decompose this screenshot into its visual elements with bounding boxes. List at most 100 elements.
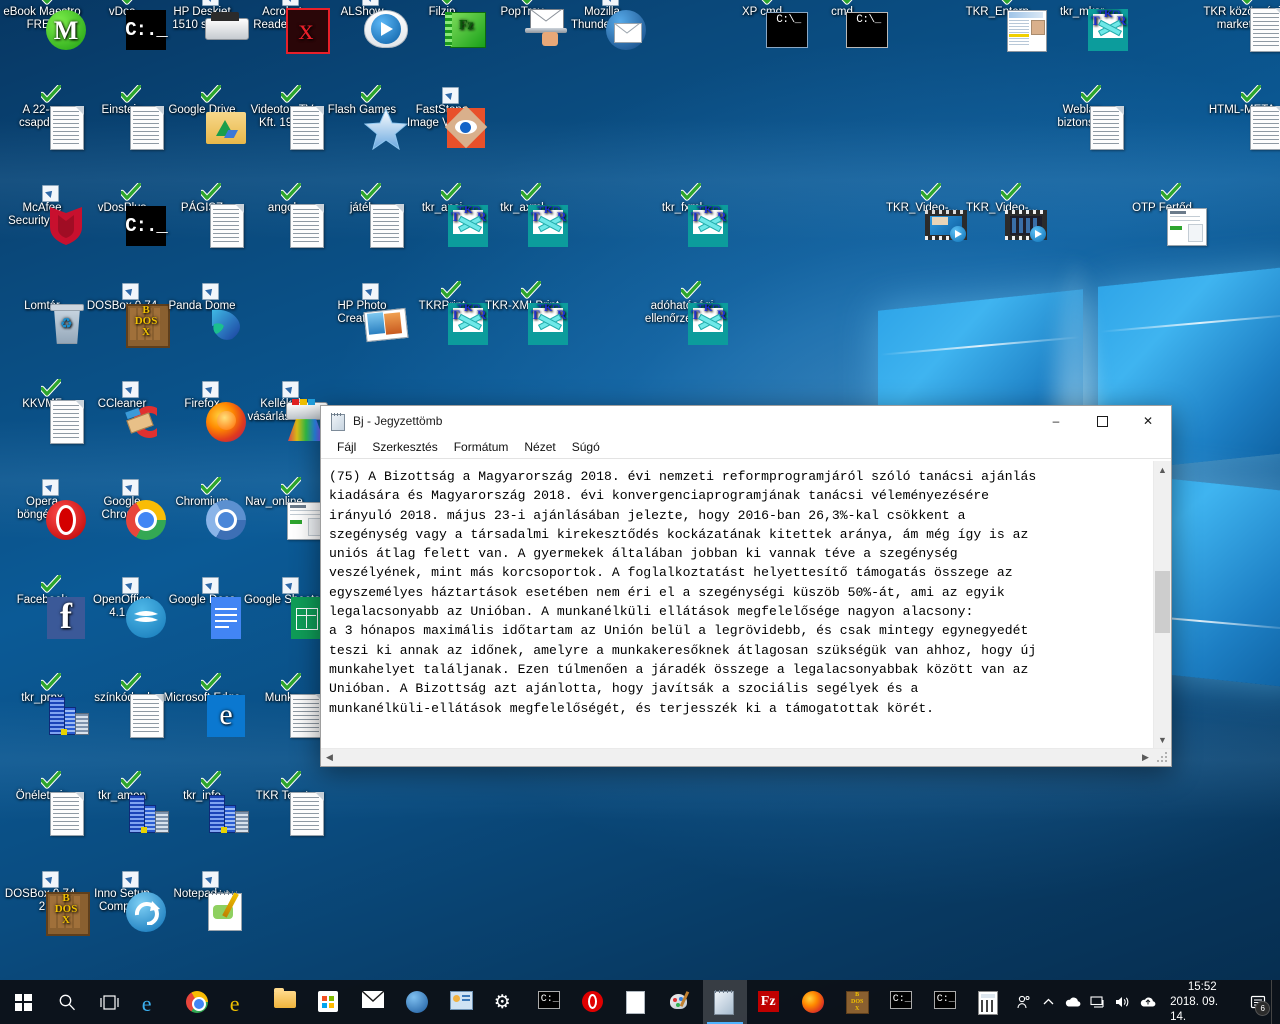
scroll-down-arrow-icon[interactable]: ▼ xyxy=(1154,731,1171,748)
desktop-icon-weblap-biztons-g[interactable]: Weblap biztonság xyxy=(1042,85,1124,150)
taskbar-clock[interactable]: 15:52 2018. 09. 14. xyxy=(1160,980,1244,1024)
desktop-icon-notepad[interactable]: Notepad++ xyxy=(162,871,242,931)
desktop-icon-einstein[interactable]: Einstein xyxy=(82,85,164,150)
volume-icon[interactable] xyxy=(1110,980,1135,1024)
desktop-icon-tkr-video[interactable]: TKR_Video-... xyxy=(962,183,1047,242)
desktop-icon-google-sheets[interactable]: Google Sheets xyxy=(242,577,322,639)
desktop-icon-videoton-tv-kft-1995[interactable]: Videoton TV Kft. 1995 xyxy=(242,85,324,150)
desktop-icon-j-t-k[interactable]: játék xyxy=(322,183,404,248)
notepad-menu-bar[interactable]: Fájl Szerkesztés Formátum Nézet Súgó xyxy=(321,436,1171,458)
taskbar-item-opera[interactable] xyxy=(571,980,615,1024)
menu-item-view[interactable]: Nézet xyxy=(516,438,563,456)
desktop-icon-tkr-mksr[interactable]: TKRTKRtkr_mksr xyxy=(1042,6,1128,51)
taskbar-item-notepad[interactable] xyxy=(702,980,747,1024)
menu-item-help[interactable]: Súgó xyxy=(564,438,608,456)
taskbar-item-dosbox[interactable]: B DOS X xyxy=(835,980,879,1024)
desktop-icon-tkr-video[interactable]: TKR_Video-... xyxy=(882,183,967,242)
network-icon[interactable] xyxy=(1085,980,1110,1024)
desktop-icon-mozilla-thunderbird[interactable]: Mozilla Thunderbird xyxy=(562,0,646,50)
taskbar-item-paint[interactable] xyxy=(659,980,703,1024)
menu-item-edit[interactable]: Szerkesztés xyxy=(364,438,445,456)
scroll-up-arrow-icon[interactable]: ▲ xyxy=(1154,461,1171,478)
desktop-icon-tkr-info[interactable]: tkr_info xyxy=(162,771,249,833)
desktop-icon-munka[interactable]: Munka xyxy=(242,673,324,738)
minimize-button[interactable]: – xyxy=(1033,406,1079,436)
desktop-icon-tkr-prnx[interactable]: tkr_prnx xyxy=(2,673,89,735)
desktop-icon-tkr-fxml[interactable]: TKRTKRtkr_fxml xyxy=(642,183,728,247)
desktop-icon-vdosplus[interactable]: C:._ vDosPlus xyxy=(82,183,168,246)
close-button[interactable]: ✕ xyxy=(1125,406,1171,436)
desktop-icon-tkr-axml[interactable]: TKRTKRtkr_axml xyxy=(482,183,568,247)
menu-item-file[interactable]: Fájl xyxy=(329,438,364,456)
desktop-icon-a-22-es-csapd-ja[interactable]: A 22-es csapdája xyxy=(2,85,84,150)
desktop-icon-ccleaner[interactable]: CCleaner xyxy=(82,381,162,438)
notepad-window[interactable]: Bj - Jegyzettömb – ✕ Fájl Szerkesztés Fo… xyxy=(320,405,1172,767)
desktop-icon-hp-photo-creations[interactable]: HP Photo Creations xyxy=(322,283,409,343)
desktop-icon-panda-dome[interactable]: Panda Dome xyxy=(162,283,242,340)
desktop-icon-poptray[interactable]: PopTray xyxy=(482,0,567,46)
desktop-icon-sz-nk-d-url[interactable]: színkód url xyxy=(82,673,164,738)
desktop-icon-alshow[interactable]: ALShow xyxy=(322,0,408,48)
taskbar-item-mail[interactable] xyxy=(351,980,395,1024)
desktop-icon-angol[interactable]: angol xyxy=(242,183,324,248)
desktop-icon-nav-online[interactable]: Nav_online_... xyxy=(242,477,327,540)
taskbar-item-cmd2[interactable]: C:_ xyxy=(879,980,923,1024)
taskbar[interactable]: e e ⚙ C:_ Fz B DOS X C:_ C:_ 15:52 2018.… xyxy=(0,980,1280,1024)
taskbar-pinned-apps[interactable]: e e ⚙ C:_ Fz B DOS X C:_ C:_ xyxy=(131,980,1011,1024)
desktop-icon-filzip[interactable]: Fz Filzip xyxy=(402,0,486,48)
desktop-icon-tkr-ansi[interactable]: TKRTKRtkr_ansi xyxy=(402,183,488,247)
desktop-icon-openoffice-4-1-5[interactable]: OpenOffice 4.1.5 xyxy=(82,577,166,638)
desktop-icon-dosbox-0-74-2[interactable]: B DOS X DOSBox 0.74-2 xyxy=(2,871,90,936)
onedrive-icon[interactable] xyxy=(1061,980,1086,1024)
desktop[interactable]: MeBook Maestro FREE C:._ vDos HP Deskjet 15… xyxy=(0,0,1280,1024)
desktop-icon-faststone-image-viewer[interactable]: FastStone Image Viewer xyxy=(402,87,488,149)
taskbar-item-firefox[interactable] xyxy=(791,980,835,1024)
taskbar-item-contacts[interactable] xyxy=(439,980,483,1024)
desktop-icon-tkr-enterp[interactable]: TKR_Enterp... xyxy=(962,0,1047,52)
system-tray[interactable]: 15:52 2018. 09. 14. 6 xyxy=(1011,980,1280,1024)
desktop-icon-mcafee-security-sc[interactable]: McAfee Security Sc... xyxy=(2,185,82,245)
desktop-icon-tkr-teszt[interactable]: TKR Teszt xyxy=(242,771,324,836)
desktop-icon-dosbox-0-74[interactable]: B DOS X DOSBox 0.74 xyxy=(82,283,170,348)
desktop-icon-google-chrome[interactable]: Google Chrome xyxy=(82,479,166,540)
notepad-title-bar[interactable]: Bj - Jegyzettömb – ✕ xyxy=(321,406,1171,436)
desktop-icon-cmd[interactable]: C:\_ cmd xyxy=(802,0,888,48)
desktop-icon-tkr-amen[interactable]: tkr_amen xyxy=(82,771,169,833)
desktop-icon-n-letrajz[interactable]: Önéletrajz xyxy=(2,771,84,836)
taskbar-item-thunderbird[interactable] xyxy=(395,980,439,1024)
vertical-scrollbar-thumb[interactable] xyxy=(1155,571,1170,633)
taskbar-item-iexplore[interactable]: e xyxy=(219,980,263,1024)
desktop-icon-inno-setup-compiler[interactable]: Inno Setup Compiler xyxy=(82,871,166,932)
taskbar-item-calculator[interactable] xyxy=(967,980,1011,1024)
taskbar-item-store[interactable] xyxy=(307,980,351,1024)
desktop-icon-acrobat-reader-dc[interactable]: x Acrobat Reader DC xyxy=(242,0,330,54)
notepad-text-area[interactable]: (75) A Bizottság a Magyarország 2018. év… xyxy=(323,461,1153,748)
desktop-icon-xp-cmd[interactable]: C:\_ XP cmd xyxy=(722,0,808,48)
task-view-icon[interactable] xyxy=(88,980,130,1024)
scroll-left-arrow-icon[interactable]: ◀ xyxy=(321,749,338,766)
show-hidden-icons-chevron-icon[interactable] xyxy=(1036,980,1061,1024)
desktop-icon-kell-kek-v-s-rl-sa[interactable]: Kellékek vásárlása - ... xyxy=(242,381,328,441)
desktop-icon-ebook-maestro-free[interactable]: MeBook Maestro FREE xyxy=(2,0,86,50)
taskbar-item-settings[interactable]: ⚙ xyxy=(483,980,527,1024)
desktop-icon-facebook[interactable]: f Facebook xyxy=(2,575,85,639)
desktop-icon-p-gisz[interactable]: PÁGISZ xyxy=(162,183,244,248)
resize-grip[interactable] xyxy=(1154,749,1171,766)
start-button[interactable] xyxy=(0,980,46,1024)
scroll-right-arrow-icon[interactable]: ▶ xyxy=(1137,749,1154,766)
desktop-icon-firefox[interactable]: Firefox xyxy=(162,381,246,442)
taskbar-item-edge[interactable]: e xyxy=(131,980,175,1024)
search-icon[interactable] xyxy=(46,980,88,1024)
desktop-icon-hp-deskjet-1510-series[interactable]: HP Deskjet 1510 series xyxy=(162,0,249,40)
desktop-icon-flash-games[interactable]: Flash Games xyxy=(322,85,409,151)
desktop-icon-google-docs[interactable]: Google Docs xyxy=(162,577,242,639)
desktop-icon-google-drive[interactable]: Google Drive xyxy=(162,85,246,144)
desktop-icon-vdos[interactable]: C:._ vDos xyxy=(82,0,168,50)
desktop-icon-tkrprint[interactable]: TKRTKRTKRPrint xyxy=(402,281,488,345)
horizontal-scrollbar[interactable]: ◀ ▶ xyxy=(321,748,1171,766)
taskbar-item-chrome[interactable] xyxy=(175,980,219,1024)
action-center-button[interactable]: 6 xyxy=(1244,980,1271,1024)
desktop-icon-html-meta[interactable]: HTML-META xyxy=(1202,85,1280,150)
maximize-button[interactable] xyxy=(1079,406,1125,436)
taskbar-item-cmd[interactable]: C:_ xyxy=(527,980,571,1024)
